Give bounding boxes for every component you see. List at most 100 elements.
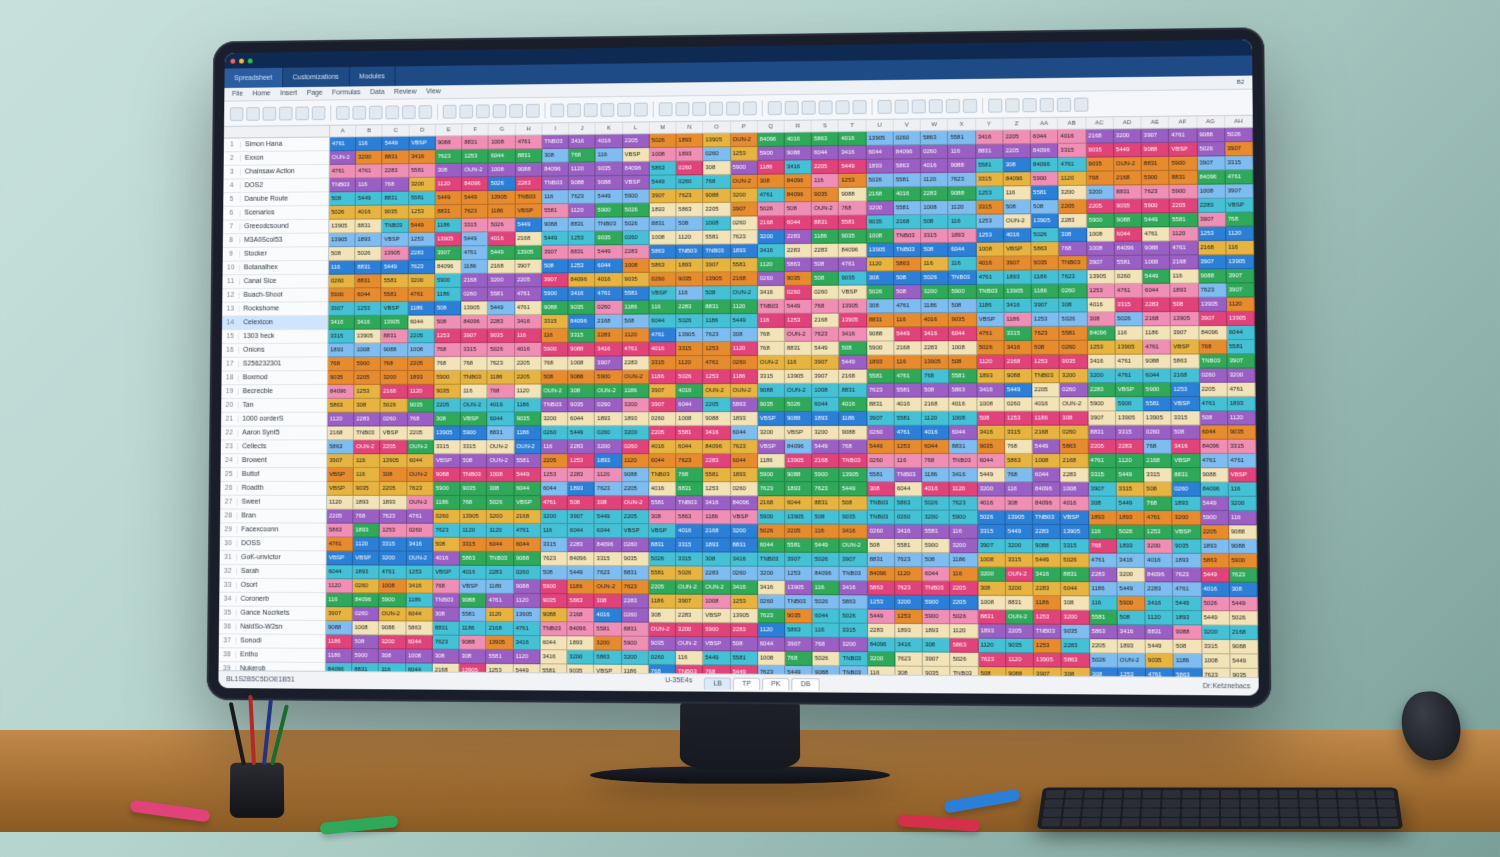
cell[interactable]: 7623 [949,173,977,187]
cell[interactable]: 84096 [542,163,569,177]
cell[interactable]: 5026 [489,218,516,232]
cell[interactable]: VBSP [409,136,436,150]
cell[interactable]: VBSP [1169,142,1197,156]
cell[interactable]: 8831 [516,149,543,163]
cell[interactable]: 1893 [1172,497,1200,511]
cell[interactable]: 3315 [676,552,703,566]
cell[interactable]: 1120 [1228,411,1256,425]
cell[interactable]: 3315 [1116,426,1144,440]
cell[interactable]: 2205 [1003,144,1031,158]
cell[interactable]: 1008 [1061,482,1089,496]
cell[interactable]: 0260 [541,426,568,440]
cell[interactable]: 5581 [649,496,676,510]
cell[interactable]: 768 [676,468,703,482]
cell[interactable]: 116 [1089,525,1117,539]
cell[interactable]: 3200 [1059,186,1087,200]
cell[interactable]: 1893 [676,259,703,273]
cell[interactable]: 0260 [867,426,895,440]
cell[interactable]: TNB03 [840,454,867,468]
cell[interactable]: 3200 [895,596,923,610]
cell[interactable]: 5449 [596,245,623,259]
cell[interactable]: 1893 [978,624,1006,638]
cell[interactable]: TNB03 [541,398,568,412]
cell[interactable]: 5863 [812,132,839,146]
cell[interactable]: 6044 [487,538,514,552]
cell[interactable]: 1120 [1006,653,1034,667]
cell[interactable]: 1120 [515,384,542,398]
col-header[interactable]: U [866,120,893,131]
ribbon-button[interactable] [878,99,892,113]
cell[interactable]: 308 [867,482,895,496]
cell[interactable]: 3907 [840,553,868,567]
cell[interactable]: 0260 [649,651,676,665]
cell[interactable]: VBSP [1004,242,1032,256]
cell[interactable]: 5863 [1062,653,1090,667]
cell[interactable]: 308 [379,649,406,663]
cell[interactable]: 8831 [382,192,409,206]
row-header[interactable]: 14Celexicon [222,316,328,330]
cell[interactable]: 2205 [355,371,382,385]
cell[interactable]: 3315 [568,329,595,343]
cell[interactable]: 1253 [868,595,896,609]
cell[interactable]: 5863 [1090,625,1118,639]
cell[interactable]: 116 [676,286,703,300]
row-header[interactable]: 29Facexcoonn [220,523,326,537]
cell[interactable]: 13905 [487,636,514,650]
cell[interactable]: 1120 [921,173,948,187]
cell[interactable]: 2205 [950,582,978,596]
ribbon-button[interactable] [279,106,293,120]
cell[interactable]: 7623 [541,552,568,566]
cell[interactable]: 3315 [542,315,569,329]
cell[interactable]: 3416 [840,525,868,539]
cell[interactable]: 5900 [461,426,488,440]
cell[interactable]: 9088 [542,218,569,232]
cell[interactable]: 2168 [1171,369,1199,383]
cell[interactable]: 9035 [977,440,1005,454]
cell[interactable]: 8831 [462,136,489,150]
cell[interactable]: 1893 [1173,554,1201,568]
cell[interactable]: 5863 [785,258,812,272]
row-header[interactable]: 16Onions [222,344,328,358]
cell[interactable]: 768 [488,385,515,399]
cell[interactable]: 84096 [1199,326,1227,340]
cell[interactable]: 1008 [978,553,1006,567]
cell[interactable]: 13905 [867,243,894,257]
cell[interactable]: 7623 [595,566,622,580]
cell[interactable]: 0260 [731,356,758,370]
cell[interactable]: 13905 [434,426,461,440]
close-icon[interactable] [230,58,235,63]
cell[interactable]: 1253 [569,231,596,245]
cell[interactable]: 2168 [731,272,758,286]
cell[interactable]: 116 [356,137,383,151]
cell[interactable]: 5900 [812,468,839,482]
cell[interactable]: 13905 [382,247,409,261]
cell[interactable]: 2283 [383,164,410,178]
ribbon-button[interactable] [617,102,631,116]
cell[interactable]: 1253 [435,329,462,343]
cell[interactable]: 308 [1061,596,1089,610]
cell[interactable]: 1186 [649,370,676,384]
cell[interactable]: 5581 [486,650,513,664]
cell[interactable]: 5449 [1201,568,1229,582]
cell[interactable]: 308 [354,399,381,413]
cell[interactable]: 6044 [489,149,516,163]
col-header[interactable]: N [677,122,704,133]
cell[interactable]: 116 [812,174,839,188]
cell[interactable]: 6044 [1114,227,1142,241]
cell[interactable]: 9035 [839,229,866,243]
row-header[interactable]: 3Chainsaw Action [224,165,329,180]
cell[interactable]: 3907 [1198,255,1226,269]
cell[interactable]: 2168 [812,314,839,328]
cell[interactable]: 2283 [515,177,542,191]
cell[interactable]: 3315 [461,343,488,357]
cell[interactable]: 9088 [839,188,866,202]
cell[interactable]: 9035 [434,385,461,399]
cell[interactable]: OUN-2 [1060,397,1088,411]
cell[interactable]: 13905 [460,510,487,524]
cell[interactable]: 308 [978,582,1006,596]
cell[interactable]: 5449 [1202,611,1230,625]
cell[interactable]: 84096 [328,385,355,399]
cell[interactable]: 508 [353,635,380,649]
cell[interactable]: 3907 [1225,142,1253,156]
ribbon-button[interactable] [418,105,432,119]
